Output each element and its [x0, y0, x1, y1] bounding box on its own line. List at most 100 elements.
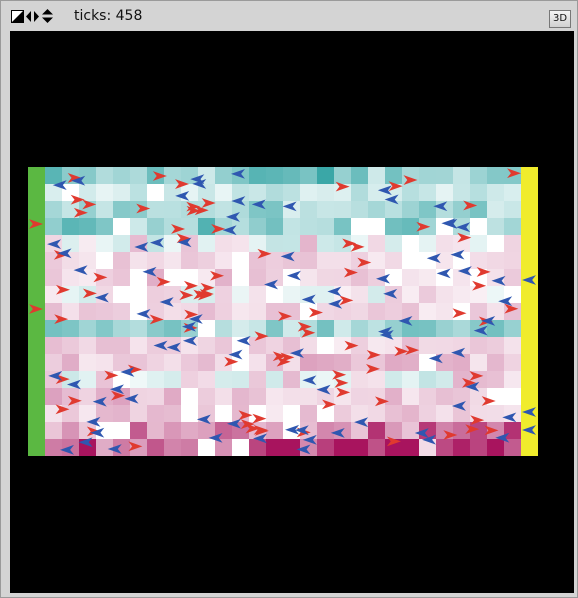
- patch: [334, 354, 351, 371]
- patch: [385, 388, 402, 405]
- patch: [113, 201, 130, 218]
- patch: [470, 354, 487, 371]
- simulation-canvas: [28, 167, 538, 456]
- patch: [334, 320, 351, 337]
- patch: [215, 303, 232, 320]
- patch: [453, 184, 470, 201]
- patch: [45, 269, 62, 286]
- patch: [504, 218, 521, 235]
- patch: [198, 269, 215, 286]
- patch: [368, 439, 385, 456]
- patch: [79, 252, 96, 269]
- patch: [504, 201, 521, 218]
- patch: [351, 320, 368, 337]
- patch: [198, 235, 215, 252]
- patch: [300, 167, 317, 184]
- patch: [419, 184, 436, 201]
- patch: [62, 422, 79, 439]
- patch: [130, 405, 147, 422]
- patch: [470, 252, 487, 269]
- patch: [181, 354, 198, 371]
- patch: [368, 167, 385, 184]
- patch: [317, 184, 334, 201]
- patch: [79, 337, 96, 354]
- patch: [504, 269, 521, 286]
- patch: [453, 439, 470, 456]
- patch: [249, 388, 266, 405]
- patch: [130, 218, 147, 235]
- patch: [181, 422, 198, 439]
- patch: [300, 218, 317, 235]
- view-3d-button[interactable]: 3D: [549, 10, 571, 28]
- patch: [351, 184, 368, 201]
- patch: [198, 337, 215, 354]
- patch: [317, 354, 334, 371]
- left-right-arrows-icon[interactable]: [26, 9, 39, 23]
- patch: [198, 439, 215, 456]
- patch: [436, 320, 453, 337]
- patch: [317, 371, 334, 388]
- patch: [334, 201, 351, 218]
- patch: [317, 422, 334, 439]
- patch: [266, 235, 283, 252]
- patch: [487, 218, 504, 235]
- patch: [487, 371, 504, 388]
- patch: [249, 269, 266, 286]
- patch: [283, 439, 300, 456]
- patch: [317, 201, 334, 218]
- patch: [334, 439, 351, 456]
- patch: [436, 235, 453, 252]
- patch: [504, 371, 521, 388]
- patch: [317, 269, 334, 286]
- patch: [79, 218, 96, 235]
- patch: [79, 184, 96, 201]
- patch: [147, 252, 164, 269]
- patch: [300, 201, 317, 218]
- patch: [419, 303, 436, 320]
- patch: [249, 303, 266, 320]
- patch: [62, 269, 79, 286]
- patch: [470, 167, 487, 184]
- patch: [470, 235, 487, 252]
- patch: [300, 252, 317, 269]
- patch: [113, 235, 130, 252]
- patch: [266, 218, 283, 235]
- patch: [62, 303, 79, 320]
- up-down-arrows-icon[interactable]: [41, 9, 54, 23]
- patch: [164, 354, 181, 371]
- patch: [436, 371, 453, 388]
- patch: [470, 201, 487, 218]
- world-view[interactable]: [10, 31, 574, 593]
- patch: [283, 235, 300, 252]
- patch: [79, 320, 96, 337]
- patch: [283, 405, 300, 422]
- patch: [436, 303, 453, 320]
- patch: [215, 184, 232, 201]
- patch: [300, 235, 317, 252]
- left-exit-zone: [28, 167, 45, 456]
- patch: [402, 184, 419, 201]
- patch: [79, 354, 96, 371]
- resize-corner-icon[interactable]: [11, 9, 24, 23]
- patch: [181, 388, 198, 405]
- patch: [436, 439, 453, 456]
- patch: [45, 337, 62, 354]
- patch: [487, 167, 504, 184]
- patch: [317, 235, 334, 252]
- patch: [317, 439, 334, 456]
- patch: [249, 184, 266, 201]
- patch: [62, 405, 79, 422]
- patch: [147, 388, 164, 405]
- patch: [334, 405, 351, 422]
- patch: [368, 184, 385, 201]
- patch: [198, 422, 215, 439]
- patch: [79, 303, 96, 320]
- patch: [470, 439, 487, 456]
- patch: [470, 184, 487, 201]
- patch: [487, 405, 504, 422]
- patch: [62, 354, 79, 371]
- patch: [368, 235, 385, 252]
- patch: [283, 371, 300, 388]
- patch: [470, 303, 487, 320]
- patch: [130, 422, 147, 439]
